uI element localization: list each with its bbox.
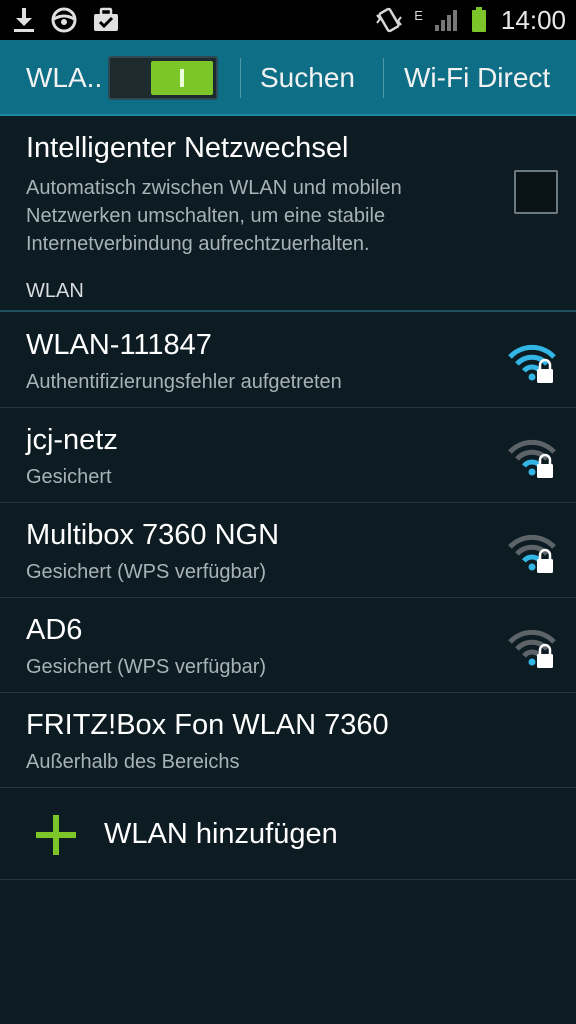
network-type-e-icon: E <box>414 7 423 23</box>
divider <box>240 58 241 98</box>
network-name: WLAN-111847 <box>26 329 212 361</box>
network-name: FRITZ!Box Fon WLAN 7360 <box>26 709 389 741</box>
network-item[interactable]: Multibox 7360 NGN Gesichert (WPS verfügb… <box>0 503 576 598</box>
network-status: Gesichert (WPS verfügbar) <box>26 561 267 583</box>
search-button[interactable]: Suchen <box>260 62 355 94</box>
steering-wheel-icon <box>51 7 77 33</box>
wifi-signal-locked-icon <box>508 439 556 478</box>
plus-icon <box>36 815 76 855</box>
network-name: Multibox 7360 NGN <box>26 519 280 551</box>
wifi-signal-locked-icon <box>508 629 556 668</box>
smart-network-switch-row[interactable]: Intelligenter Netzwechsel Automatisch zw… <box>0 118 576 274</box>
section-header-label: WLAN <box>26 280 84 302</box>
battery-icon <box>471 7 486 32</box>
wlan-title: WLA.. <box>26 62 103 93</box>
network-item[interactable]: jcj-netz Gesichert <box>0 408 576 503</box>
download-icon <box>14 8 34 32</box>
smart-switch-description: Automatisch zwischen WLAN und mobilen Ne… <box>26 177 402 255</box>
network-name: AD6 <box>26 614 83 646</box>
network-item[interactable]: WLAN-111847 Authentifizierungsfehler auf… <box>0 313 576 408</box>
network-status: Außerhalb des Bereichs <box>26 751 240 773</box>
add-network-label: WLAN hinzufügen <box>104 818 338 850</box>
wifi-signal-locked-icon <box>508 344 556 383</box>
divider <box>383 58 384 98</box>
vibrate-icon <box>376 7 403 33</box>
clock: 14:00 <box>500 4 566 35</box>
wlan-toggle[interactable] <box>108 56 218 100</box>
network-status: Gesichert (WPS verfügbar) <box>26 656 267 678</box>
network-name: jcj-netz <box>26 424 118 456</box>
network-status: Gesichert <box>26 466 112 488</box>
network-item[interactable]: AD6 Gesichert (WPS verfügbar) <box>0 598 576 693</box>
toggle-on-indicator <box>151 61 213 95</box>
wifi-direct-button[interactable]: Wi-Fi Direct <box>404 62 550 94</box>
smart-switch-checkbox[interactable] <box>514 170 558 214</box>
wifi-signal-locked-icon <box>508 534 556 573</box>
signal-icon <box>434 10 457 31</box>
action-bar: WLA.. Suchen Wi-Fi Direct <box>0 40 576 116</box>
network-status: Authentifizierungsfehler aufgetreten <box>26 371 342 393</box>
wlan-section-header: WLAN <box>0 276 576 312</box>
smart-switch-title: Intelligenter Netzwechsel <box>26 132 349 164</box>
network-item[interactable]: FRITZ!Box Fon WLAN 7360 Außerhalb des Be… <box>0 693 576 788</box>
briefcase-check-icon <box>94 7 118 31</box>
network-list: WLAN-111847 Authentifizierungsfehler auf… <box>0 313 576 788</box>
add-network-button[interactable]: WLAN hinzufügen <box>0 790 576 880</box>
status-bar: E 14:00 <box>0 0 576 40</box>
